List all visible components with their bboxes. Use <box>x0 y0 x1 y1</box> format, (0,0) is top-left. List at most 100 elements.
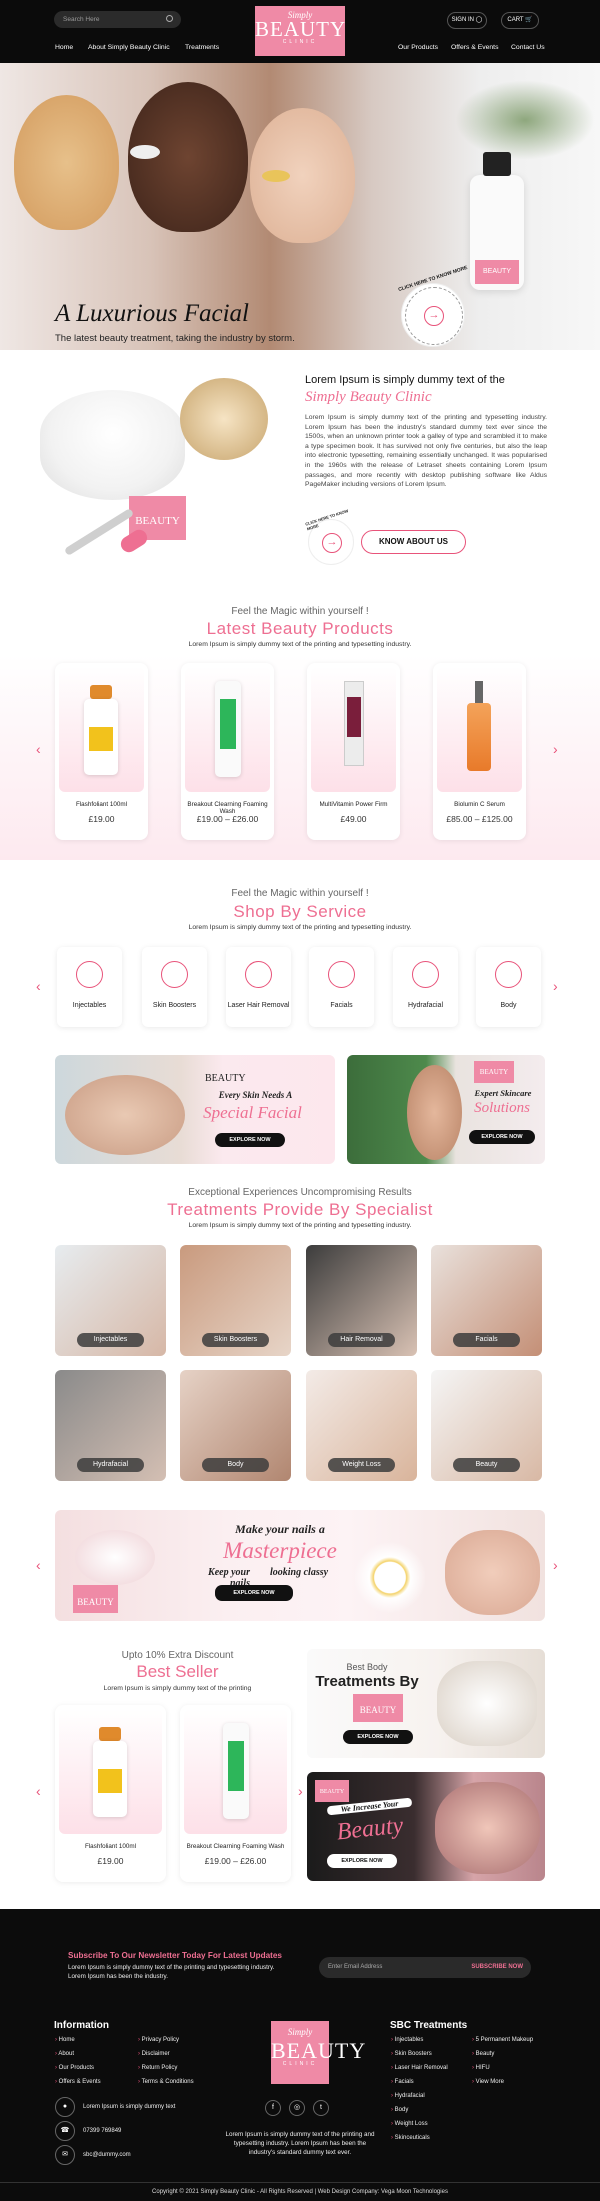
product-price: £19.00 – £26.00 <box>204 1856 267 1866</box>
carousel-next-icon[interactable]: › <box>553 741 558 757</box>
treatment-card[interactable]: Body <box>180 1370 291 1481</box>
explore-now-button[interactable]: EXPLORE NOW <box>215 1585 293 1601</box>
product-card[interactable]: Flashfoliant 100ml £19.00 <box>55 663 148 840</box>
footer-link[interactable]: › Return Policy <box>138 2065 177 2071</box>
tube-label-mark <box>220 699 236 749</box>
footer-email[interactable]: sbc@dummy.com <box>83 2152 131 2158</box>
chevron-right-icon: › <box>138 2051 140 2057</box>
chevron-right-icon: › <box>391 2079 393 2085</box>
footer-link[interactable]: › Terms & Conditions <box>138 2079 194 2085</box>
email-input[interactable]: Enter Email Address SUBSCRIBE NOW <box>319 1957 531 1978</box>
explore-now-button[interactable]: EXPLORE NOW <box>469 1130 535 1144</box>
footer-link[interactable]: › Disclaimer <box>138 2051 170 2057</box>
service-injectables[interactable]: Injectables <box>57 947 122 1027</box>
footer-link[interactable]: › 5 Permanent Makeup <box>472 2037 533 2043</box>
product-card[interactable]: MultiVitamin Power Firm £49.00 <box>307 663 400 840</box>
carousel-next-icon[interactable]: › <box>553 978 558 994</box>
treatment-card[interactable]: Injectables <box>55 1245 166 1356</box>
nails-banner[interactable]: BEAUTY Make your nails a Masterpiece Kee… <box>55 1510 545 1621</box>
banner-line2: Special Facial <box>203 1103 302 1122</box>
search-icon[interactable] <box>166 15 173 22</box>
service-laser-hair-removal[interactable]: Laser Hair Removal <box>226 947 291 1027</box>
expert-skincare-banner[interactable]: BEAUTY Expert Skincare Solutions EXPLORE… <box>347 1055 545 1164</box>
footer-link[interactable]: › Injectables <box>391 2037 423 2043</box>
service-hydrafacial[interactable]: Hydrafacial <box>393 947 458 1027</box>
sign-in-button[interactable]: SIGN IN ◯ <box>447 12 487 29</box>
footer-logo[interactable]: Simply BEAUTY CLINIC <box>271 2021 367 2084</box>
footer-link[interactable]: › View More <box>472 2079 504 2085</box>
know-about-us-button[interactable]: KNOW ABOUT US <box>361 530 466 554</box>
mail-icon: ✉ <box>55 2145 75 2165</box>
footer-link[interactable]: › Home <box>55 2037 75 2043</box>
products-desc: Lorem Ipsum is simply dummy text of the … <box>188 641 412 648</box>
footer-link[interactable]: › Our Products <box>55 2065 94 2071</box>
instagram-icon[interactable]: ◎ <box>289 2100 305 2116</box>
chevron-right-icon: › <box>391 2135 393 2141</box>
footer-link[interactable]: › Skinceuticals <box>391 2135 430 2141</box>
twitter-icon[interactable]: t <box>313 2100 329 2116</box>
facebook-icon[interactable]: f <box>265 2100 281 2116</box>
footer-link[interactable]: › Facials <box>391 2079 414 2085</box>
nav-home[interactable]: Home <box>55 44 73 51</box>
footer-phone[interactable]: 07399 769849 <box>83 2128 121 2134</box>
hero-title: A Luxurious Facial <box>55 300 249 327</box>
carousel-next-icon[interactable]: › <box>298 1783 303 1799</box>
service-body[interactable]: Body <box>476 947 541 1027</box>
carousel-prev-icon[interactable]: ‹ <box>36 1557 41 1573</box>
footer-link[interactable]: › Beauty <box>472 2051 494 2057</box>
footer-link[interactable]: › Body <box>391 2107 408 2113</box>
footer-link[interactable]: › HIFU <box>472 2065 490 2071</box>
cart-button[interactable]: CART 🛒 <box>501 12 539 29</box>
footer-link[interactable]: › Laser Hair Removal <box>391 2065 448 2071</box>
logo[interactable]: Simply BEAUTY CLINIC <box>255 6 345 56</box>
know-more-circle-button[interactable]: → <box>401 283 465 347</box>
promo-title: Beauty <box>335 1812 405 1846</box>
product-name: Biolumin C Serum <box>454 801 505 808</box>
subscribe-button[interactable]: SUBSCRIBE NOW <box>471 1964 523 1970</box>
newsletter-desc: Lorem Ipsum is simply dummy text of the … <box>68 1964 275 1980</box>
service-facials[interactable]: Facials <box>309 947 374 1027</box>
products-title: Latest Beauty Products <box>206 619 394 638</box>
product-card[interactable]: Flashfoliant 100ml £19.00 <box>55 1705 166 1882</box>
carousel-prev-icon[interactable]: ‹ <box>36 1783 41 1799</box>
carousel-prev-icon[interactable]: ‹ <box>36 741 41 757</box>
banner-line2: Solutions <box>474 1100 530 1116</box>
footer-link[interactable]: › About <box>55 2051 74 2057</box>
explore-now-button[interactable]: EXPLORE NOW <box>343 1730 413 1744</box>
footer-link[interactable]: › Weight Loss <box>391 2121 428 2127</box>
explore-now-button[interactable]: EXPLORE NOW <box>327 1854 397 1868</box>
cotton-pads <box>75 1530 155 1585</box>
search-input[interactable]: Search Here <box>54 11 181 28</box>
chevron-right-icon: › <box>55 2051 57 2057</box>
special-facial-banner[interactable]: BEAUTY Every Skin Needs A Special Facial… <box>55 1055 335 1164</box>
product-card[interactable]: Breakout Clearning Foaming Wash £19.00 –… <box>181 663 274 840</box>
treatment-card[interactable]: Weight Loss <box>306 1370 417 1481</box>
nav-offers[interactable]: Offers & Events <box>451 44 498 51</box>
explore-now-button[interactable]: EXPLORE NOW <box>215 1133 285 1147</box>
service-skin-boosters[interactable]: Skin Boosters <box>142 947 207 1027</box>
footer-link[interactable]: › Hydrafacial <box>391 2093 425 2099</box>
product-card[interactable]: Breakout Clearning Foaming Wash £19.00 –… <box>180 1705 291 1882</box>
treatment-card[interactable]: Beauty <box>431 1370 542 1481</box>
nav-contact[interactable]: Contact Us <box>511 44 545 51</box>
carousel-prev-icon[interactable]: ‹ <box>36 978 41 994</box>
product-card[interactable]: Biolumin C Serum £85.00 – £125.00 <box>433 663 526 840</box>
increase-beauty-promo[interactable]: BEAUTY We Increase Your Beauty EXPLORE N… <box>307 1772 545 1881</box>
product-price: £49.00 <box>340 814 367 824</box>
footer-link[interactable]: › Privacy Policy <box>138 2037 179 2043</box>
treatment-card[interactable]: Facials <box>431 1245 542 1356</box>
treatment-card[interactable]: Hydrafacial <box>55 1370 166 1481</box>
carousel-next-icon[interactable]: › <box>553 1557 558 1573</box>
logo-main: BEAUTY <box>271 2038 367 2063</box>
nav-products[interactable]: Our Products <box>398 44 438 51</box>
nav-about[interactable]: About Simply Beauty Clinic <box>88 44 170 51</box>
treatment-card[interactable]: Hair Removal <box>306 1245 417 1356</box>
pump-head <box>483 152 511 176</box>
footer-link[interactable]: › Offers & Events <box>55 2079 101 2085</box>
chevron-right-icon: › <box>55 2079 57 2085</box>
best-body-promo[interactable]: Best Body Treatments By BEAUTY EXPLORE N… <box>307 1649 545 1758</box>
treatment-card[interactable]: Skin Boosters <box>180 1245 291 1356</box>
product-image <box>184 1709 287 1834</box>
footer-link[interactable]: › Skin Boosters <box>391 2051 432 2057</box>
nav-treatments[interactable]: Treatments <box>185 44 219 51</box>
